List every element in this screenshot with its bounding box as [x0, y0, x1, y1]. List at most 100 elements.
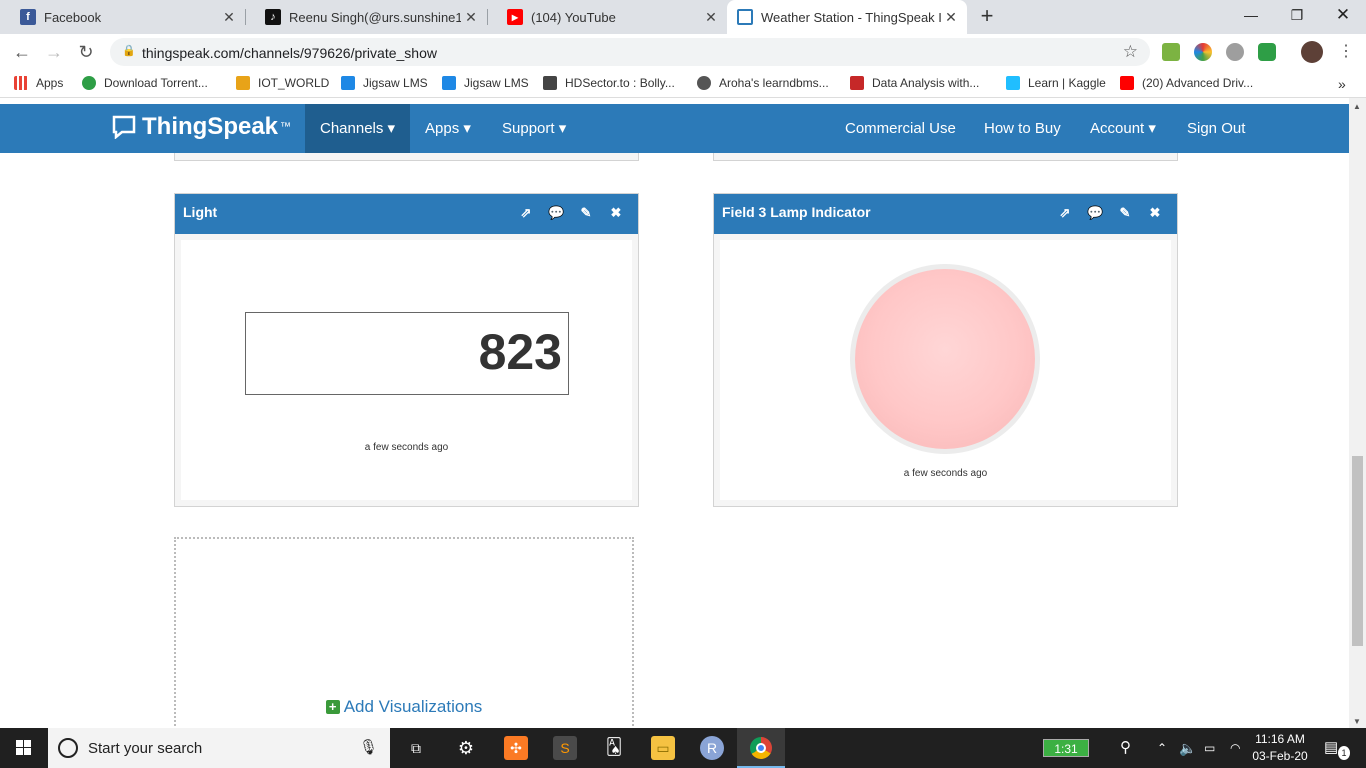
microphone-icon[interactable]: 🎙 — [359, 738, 378, 756]
xampp-icon[interactable]: ✣ — [504, 736, 528, 760]
widget-title: Light — [183, 204, 218, 220]
comment-icon[interactable]: 💬 — [548, 194, 564, 231]
facebook-icon: f — [20, 9, 36, 25]
add-visualizations-box: + Add Visualizations — [174, 537, 634, 728]
forward-icon[interactable]: → — [42, 40, 66, 64]
lamp-ring — [850, 264, 1040, 454]
nav-how-to-buy[interactable]: How to Buy — [969, 104, 1076, 153]
wifi-icon[interactable]: ◠ — [1230, 728, 1240, 768]
tab-youtube[interactable]: ▶ (104) YouTube ✕ — [487, 0, 727, 34]
close-icon[interactable]: ✕ — [701, 9, 721, 26]
close-icon[interactable]: ✖ — [1147, 194, 1163, 231]
nav-apps[interactable]: Apps ▾ — [410, 104, 486, 153]
chevron-up-icon[interactable]: ⌃ — [1157, 728, 1167, 768]
nav-commercial-use[interactable]: Commercial Use — [830, 104, 971, 153]
bookmark-label: Jigsaw LMS — [464, 76, 529, 90]
battery-indicator[interactable]: 1:31 — [1043, 739, 1089, 757]
extension-icon[interactable] — [1226, 43, 1244, 61]
task-view-icon[interactable]: ⧉ — [404, 736, 428, 760]
bookmark-jigsaw-lms[interactable]: Jigsaw LMS — [442, 76, 529, 90]
tab-tiktok[interactable]: ♪ Reenu Singh(@urs.sunshine1234) ✕ — [245, 0, 487, 34]
channel-content: Light ⇗ 💬 ✎ ✖ 823 a few seconds ago Fiel… — [0, 153, 1349, 728]
bookmark-youtube[interactable]: (20) Advanced Driv... — [1120, 76, 1253, 90]
external-link-icon[interactable]: ⇗ — [518, 194, 534, 231]
numeric-value: 823 — [478, 324, 562, 380]
previous-widget-bottom — [174, 153, 639, 161]
bookmark-hdsector[interactable]: HDSector.to : Bolly... — [543, 76, 675, 90]
start-button[interactable] — [0, 728, 48, 768]
minimize-button[interactable]: — — [1228, 0, 1274, 30]
bookmark-kaggle[interactable]: Learn | Kaggle — [1006, 76, 1106, 90]
people-icon[interactable]: ⚲ — [1120, 728, 1131, 768]
nav-sign-out[interactable]: Sign Out — [1172, 104, 1260, 153]
taskbar-clock[interactable]: 11:16 AM 03-Feb-20 — [1248, 731, 1312, 765]
bookmark-aroha[interactable]: Aroha's learndbms... — [697, 76, 829, 90]
new-tab-button[interactable]: + — [976, 4, 998, 30]
address-bar[interactable]: 🔒 thingspeak.com/channels/979626/private… — [110, 38, 1150, 66]
extension-shield-icon[interactable] — [1258, 43, 1276, 61]
chrome-taskbar-button[interactable] — [737, 728, 785, 768]
file-explorer-icon[interactable]: ▭ — [651, 736, 675, 760]
bookmark-star-icon[interactable]: ☆ — [1123, 42, 1138, 62]
nav-account[interactable]: Account ▾ — [1075, 104, 1171, 153]
bookmarks-bar: Apps Download Torrent... IOT_WORLD Jigsa… — [0, 70, 1366, 98]
add-visualizations-label: Add Visualizations — [343, 697, 483, 716]
tab-title: Weather Station - ThingSpeak IoT — [761, 9, 941, 25]
nav-channels[interactable]: Channels ▾ — [305, 104, 411, 153]
thingspeak-icon — [737, 9, 753, 25]
solitaire-cards-icon[interactable]: 🂡 — [602, 736, 626, 760]
logo-text: ThingSpeak — [142, 113, 279, 140]
notifications-icon[interactable]: ▤ — [1324, 728, 1338, 768]
page-scrollbar[interactable]: ▲ ▼ — [1349, 98, 1366, 728]
bookmark-jigsaw-lms[interactable]: Jigsaw LMS — [341, 76, 428, 90]
battery-icon[interactable]: ▭ — [1204, 728, 1215, 768]
scroll-down-icon[interactable]: ▼ — [1353, 717, 1361, 726]
jigsaw-icon — [442, 76, 456, 90]
back-icon[interactable]: ← — [10, 40, 34, 64]
bookmark-iot-world[interactable]: IOT_WORLD — [236, 76, 329, 90]
close-icon[interactable]: ✕ — [461, 9, 481, 26]
browser-toolbar: ← → ↻ 🔒 thingspeak.com/channels/979626/p… — [0, 34, 1366, 70]
external-link-icon[interactable]: ⇗ — [1057, 194, 1073, 231]
pencil-icon[interactable]: ✎ — [578, 194, 594, 231]
tab-thingspeak[interactable]: Weather Station - ThingSpeak IoT ✕ — [727, 0, 967, 34]
scroll-up-icon[interactable]: ▲ — [1353, 102, 1361, 111]
menu-kebab-icon[interactable]: ⋮ — [1334, 40, 1358, 64]
close-icon[interactable]: ✕ — [941, 9, 961, 26]
volume-icon[interactable]: 🔈 — [1179, 728, 1196, 768]
extension-icon[interactable] — [1162, 43, 1180, 61]
add-visualizations-button[interactable]: + Add Visualizations — [176, 697, 632, 717]
bookmark-label: Apps — [36, 76, 64, 90]
nav-support[interactable]: Support ▾ — [487, 104, 581, 153]
restore-button[interactable]: ❐ — [1274, 0, 1320, 30]
comment-icon[interactable]: 💬 — [1087, 194, 1103, 231]
widget-header: Field 3 Lamp Indicator ⇗ 💬 ✎ ✖ — [714, 194, 1177, 234]
avatar[interactable] — [1301, 41, 1323, 63]
bookmark-download-torrent[interactable]: Download Torrent... — [82, 76, 208, 90]
extension-icon[interactable] — [1194, 43, 1212, 61]
pd-icon — [850, 76, 864, 90]
windows-logo-icon — [16, 740, 31, 755]
thingspeak-logo[interactable]: ThingSpeak ™ — [112, 113, 291, 141]
settings-gear-icon[interactable]: ⚙ — [454, 736, 478, 760]
pencil-icon[interactable]: ✎ — [1117, 194, 1133, 231]
close-window-button[interactable]: ✕ — [1320, 0, 1366, 30]
browser-tab-strip: f Facebook ✕ ♪ Reenu Singh(@urs.sunshine… — [0, 0, 1366, 34]
widget-body: 823 a few seconds ago — [181, 240, 632, 500]
timestamp: a few seconds ago — [364, 442, 449, 453]
bookmark-apps[interactable]: Apps — [14, 76, 63, 90]
reload-icon[interactable]: ↻ — [74, 40, 98, 64]
previous-widget-bottom — [713, 153, 1178, 161]
scrollbar-thumb[interactable] — [1352, 456, 1363, 646]
bookmark-data-analysis[interactable]: Data Analysis with... — [850, 76, 979, 90]
close-icon[interactable]: ✕ — [219, 9, 239, 26]
sublime-text-icon[interactable]: S — [553, 736, 577, 760]
clock-date: 03-Feb-20 — [1252, 749, 1308, 763]
chevron-right-icon[interactable]: » — [1338, 76, 1346, 92]
apps-grid-icon — [14, 76, 28, 90]
tab-facebook[interactable]: f Facebook ✕ — [0, 0, 245, 34]
url-text[interactable]: thingspeak.com/channels/979626/private_s… — [142, 45, 437, 61]
close-icon[interactable]: ✖ — [608, 194, 624, 231]
r-app-icon[interactable]: R — [700, 736, 724, 760]
taskbar-search[interactable]: Start your search 🎙 — [48, 728, 390, 768]
